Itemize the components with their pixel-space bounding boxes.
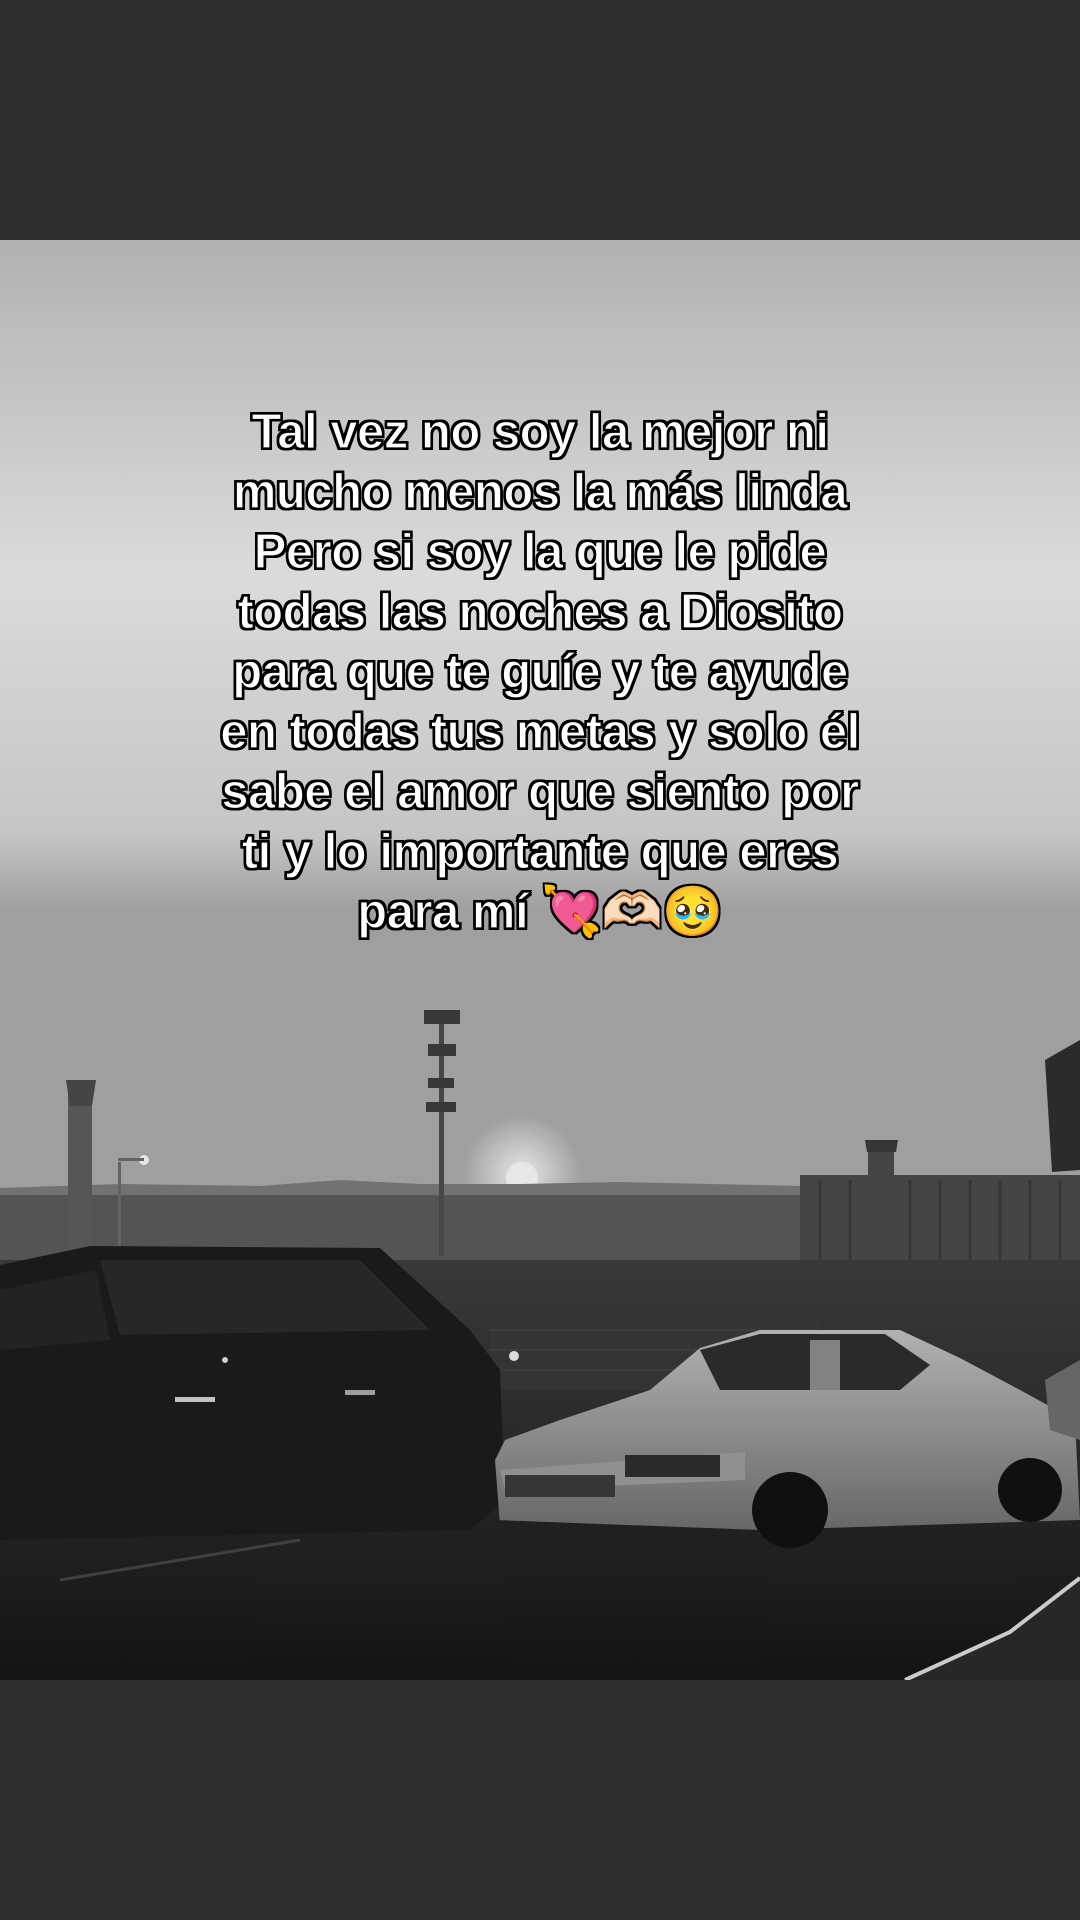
caption-line: sabe el amor que siento por [221, 764, 860, 819]
caption-line: para mí 💘🫶🏻🥹 [357, 884, 724, 939]
caption-text: Tal vez no soy la mejor ni mucho menos l… [200, 402, 880, 942]
caption-line: Tal vez no soy la mejor ni [251, 404, 830, 459]
caption-line: para que te guíe y te ayude [232, 644, 849, 699]
caption-line: Pero si soy la que le pide [253, 524, 827, 579]
caption-line: ti y lo importante que eres [241, 824, 839, 879]
caption-line: todas las noches a Diosito [237, 584, 844, 639]
caption-line: mucho menos la más linda [232, 464, 848, 519]
screen: Tal vez no soy la mejor ni mucho menos l… [0, 0, 1080, 1920]
caption-line: en todas tus metas y solo él [220, 704, 861, 759]
